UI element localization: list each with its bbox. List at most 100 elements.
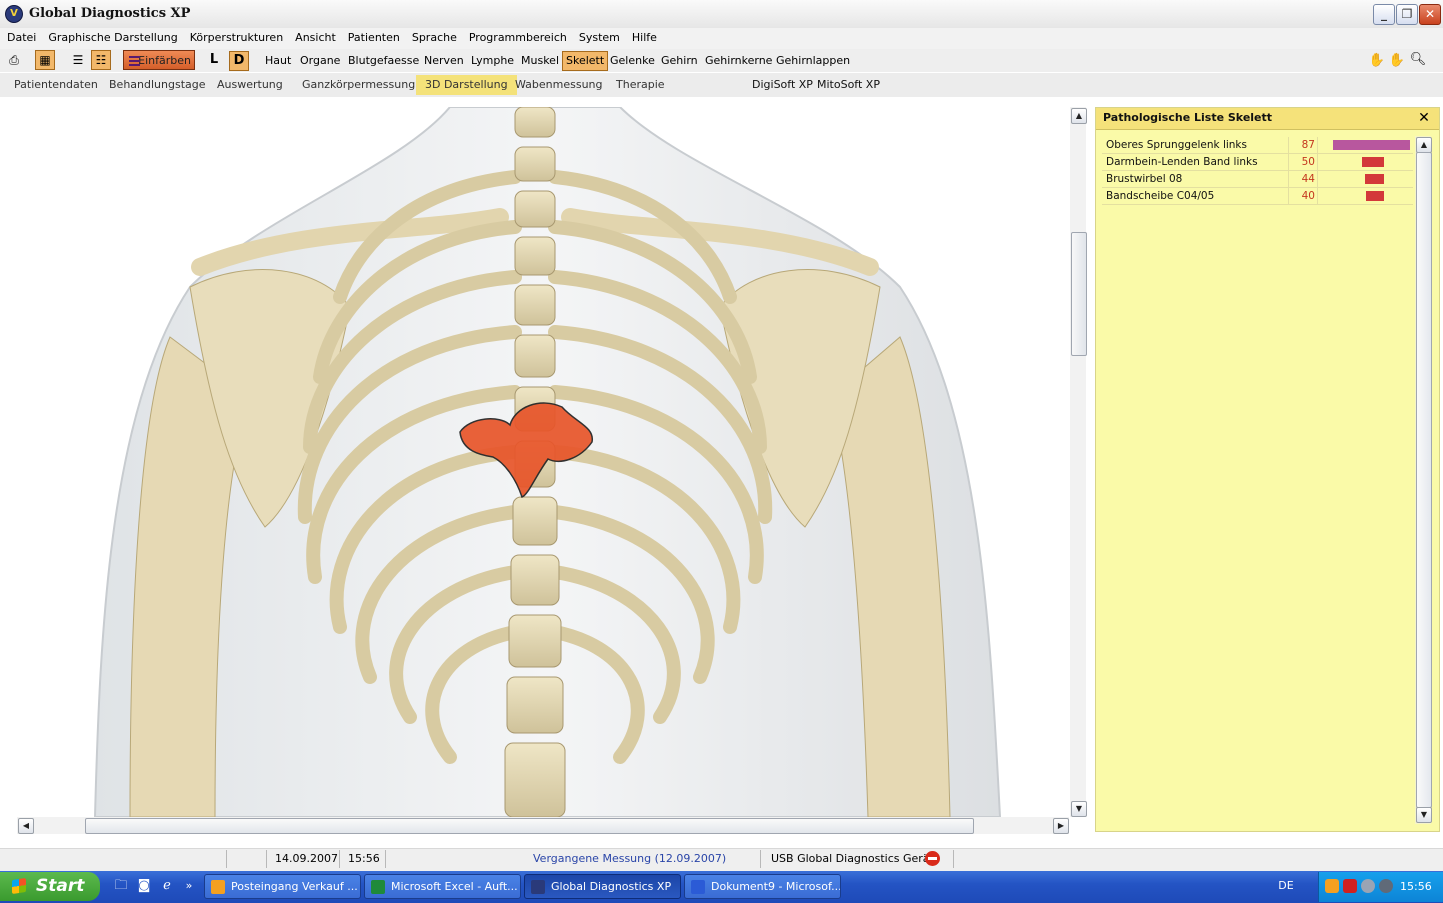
skeleton-illustration bbox=[93, 107, 1002, 817]
color-bars-icon bbox=[129, 56, 140, 66]
item-bar-cell bbox=[1317, 171, 1414, 187]
item-value: 44 bbox=[1288, 171, 1318, 187]
item-bar bbox=[1365, 174, 1384, 184]
einfaerben-label: Einfärben bbox=[138, 54, 191, 67]
d-button[interactable]: D bbox=[229, 51, 249, 71]
link-mitosoft[interactable]: MitoSoft XP bbox=[808, 75, 889, 95]
layer-lymphe[interactable]: Lymphe bbox=[471, 51, 514, 70]
more-quicklaunch-icon[interactable]: » bbox=[180, 877, 198, 895]
item-name: Bandscheibe C04/05 bbox=[1106, 190, 1215, 202]
item-bar-cell bbox=[1317, 188, 1414, 204]
task-label: Microsoft Excel - Auft... bbox=[391, 880, 518, 893]
layer-gelenke[interactable]: Gelenke bbox=[610, 51, 655, 70]
outlook-icon[interactable]: ◙ bbox=[135, 877, 153, 895]
layer-organe[interactable]: Organe bbox=[300, 51, 340, 70]
layer-blutgefaesse[interactable]: Blutgefaesse bbox=[348, 51, 419, 70]
menu-patienten[interactable]: Patienten bbox=[342, 28, 406, 48]
close-button[interactable]: ✕ bbox=[1419, 4, 1441, 25]
taskbar-clock: 15:56 bbox=[1400, 880, 1432, 893]
item-name: Oberes Sprunggelenk links bbox=[1106, 139, 1247, 151]
item-bar bbox=[1366, 191, 1384, 201]
tray-network-icon[interactable] bbox=[1361, 879, 1375, 893]
window-title: Global Diagnostics XP bbox=[29, 6, 191, 21]
restore-button[interactable]: ❐ bbox=[1396, 4, 1418, 25]
menu-graphische-darstellung[interactable]: Graphische Darstellung bbox=[42, 28, 183, 48]
horizontal-scroll-thumb[interactable] bbox=[85, 818, 974, 834]
viewport-vertical-scrollbar[interactable] bbox=[1070, 107, 1086, 817]
language-indicator[interactable]: DE bbox=[1273, 876, 1299, 896]
pathology-panel-title: Pathologische Liste Skelett bbox=[1103, 111, 1273, 124]
hand-green-icon[interactable]: ✋ bbox=[1368, 53, 1386, 71]
list-item[interactable]: Oberes Sprunggelenk links 87 bbox=[1102, 137, 1413, 154]
tray-security-icon[interactable] bbox=[1343, 879, 1357, 893]
list-item[interactable]: Brustwirbel 08 44 bbox=[1102, 171, 1413, 188]
layer-gehirn[interactable]: Gehirn bbox=[661, 51, 698, 70]
print-icon[interactable]: ⎙ bbox=[5, 51, 23, 69]
pathology-list: Oberes Sprunggelenk links 87 Darmbein-Le… bbox=[1102, 137, 1413, 205]
hand-red-icon[interactable]: ✋ bbox=[1388, 53, 1406, 71]
item-bar-cell bbox=[1317, 154, 1414, 170]
status-separator bbox=[339, 850, 340, 868]
vertical-scroll-thumb[interactable] bbox=[1071, 232, 1087, 356]
panel-scroll-up-arrow-icon[interactable]: ▲ bbox=[1416, 137, 1432, 153]
scroll-down-arrow-icon[interactable]: ▼ bbox=[1071, 801, 1087, 817]
report-search-icon[interactable]: 🔍︎ bbox=[1409, 52, 1427, 70]
tray-volume-icon[interactable] bbox=[1379, 879, 1393, 893]
task-posteingang[interactable]: Posteingang Verkauf ... bbox=[204, 874, 361, 899]
l-button[interactable]: L bbox=[205, 51, 223, 69]
menu-koerperstrukturen[interactable]: Körperstrukturen bbox=[184, 28, 289, 48]
menu-system[interactable]: System bbox=[573, 28, 626, 48]
tab-wabenmessung[interactable]: Wabenmessung bbox=[506, 75, 612, 95]
menu-sprache[interactable]: Sprache bbox=[406, 28, 463, 48]
start-label: Start bbox=[36, 876, 85, 896]
tray-outlook-icon[interactable] bbox=[1325, 879, 1339, 893]
anatomy-3d-viewport[interactable] bbox=[0, 107, 1068, 817]
item-bar bbox=[1362, 157, 1384, 167]
internet-explorer-icon[interactable]: ℯ bbox=[158, 877, 176, 895]
grid-view-icon[interactable]: ▦ bbox=[35, 50, 55, 70]
task-excel[interactable]: Microsoft Excel - Auft... bbox=[364, 874, 521, 899]
task-global-diagnostics[interactable]: Global Diagnostics XP bbox=[524, 874, 681, 899]
scroll-up-arrow-icon[interactable]: ▲ bbox=[1071, 108, 1087, 124]
menu-ansicht[interactable]: Ansicht bbox=[289, 28, 342, 48]
menu-datei[interactable]: Datei bbox=[0, 28, 42, 48]
layer-gehirnkerne[interactable]: Gehirnkerne bbox=[705, 51, 772, 70]
status-measurement[interactable]: Vergangene Messung (12.09.2007) bbox=[533, 852, 726, 866]
menu-hilfe[interactable]: Hilfe bbox=[626, 28, 663, 48]
tab-ganzkoerpermessung[interactable]: Ganzkörpermessung bbox=[293, 75, 424, 95]
tab-patientendaten[interactable]: Patientendaten bbox=[5, 75, 107, 95]
tab-therapie[interactable]: Therapie bbox=[607, 75, 674, 95]
layer-gehirnlappen[interactable]: Gehirnlappen bbox=[776, 51, 850, 70]
item-bar bbox=[1333, 140, 1410, 150]
list-item[interactable]: Bandscheibe C04/05 40 bbox=[1102, 188, 1413, 205]
tab-3d-darstellung[interactable]: 3D Darstellung bbox=[416, 75, 517, 95]
einfaerben-button[interactable]: Einfärben bbox=[123, 50, 195, 70]
item-name: Brustwirbel 08 bbox=[1106, 173, 1183, 185]
outlook-task-icon bbox=[211, 880, 225, 894]
status-separator bbox=[226, 850, 227, 868]
global-diagnostics-task-icon bbox=[531, 880, 545, 894]
minimize-button[interactable]: _ bbox=[1373, 4, 1395, 25]
tab-behandlungstage[interactable]: Behandlungstage bbox=[100, 75, 215, 95]
start-button[interactable]: Start bbox=[0, 872, 100, 901]
menu-programmbereich[interactable]: Programmbereich bbox=[463, 28, 573, 48]
item-bar-cell bbox=[1317, 137, 1414, 153]
tab-auswertung[interactable]: Auswertung bbox=[208, 75, 292, 95]
list-item[interactable]: Darmbein-Lenden Band links 50 bbox=[1102, 154, 1413, 171]
layer-muskel[interactable]: Muskel bbox=[521, 51, 559, 70]
scroll-right-arrow-icon[interactable]: ▶ bbox=[1053, 818, 1069, 834]
layer-haut[interactable]: Haut bbox=[265, 51, 291, 70]
detail-view-icon[interactable]: ☷ bbox=[91, 50, 111, 70]
task-label: Global Diagnostics XP bbox=[551, 880, 672, 893]
panel-close-icon[interactable]: ✕ bbox=[1416, 109, 1432, 127]
panel-scroll-down-arrow-icon[interactable]: ▼ bbox=[1416, 807, 1432, 823]
status-date: 14.09.2007 bbox=[275, 852, 338, 865]
layer-nerven[interactable]: Nerven bbox=[424, 51, 464, 70]
panel-scroll-thumb[interactable] bbox=[1416, 152, 1432, 808]
task-word-dokument[interactable]: Dokument9 - Microsof... bbox=[684, 874, 841, 899]
scroll-left-arrow-icon[interactable]: ◀ bbox=[18, 818, 34, 834]
list-view-icon[interactable]: ☰ bbox=[69, 51, 87, 69]
layer-skelett[interactable]: Skelett bbox=[562, 51, 609, 71]
status-separator bbox=[953, 850, 954, 868]
folder-icon[interactable]: 🗀 bbox=[112, 877, 130, 895]
